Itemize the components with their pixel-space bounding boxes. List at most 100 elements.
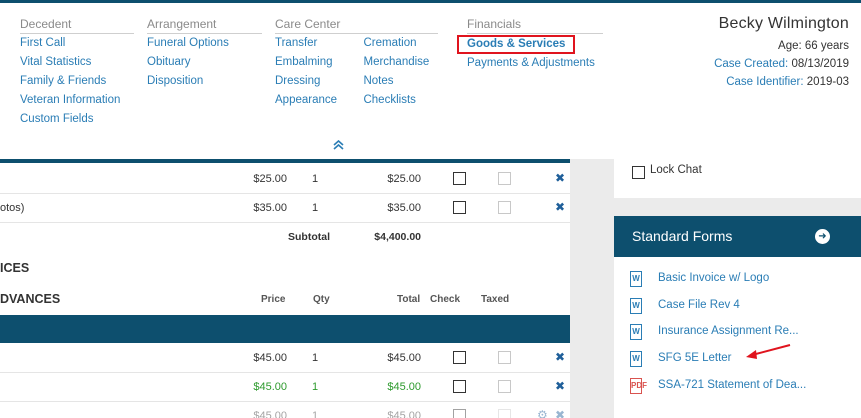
- nav-link-goods-services[interactable]: Goods & Services: [457, 35, 576, 54]
- arrow-right-circle-icon[interactable]: ➜: [815, 229, 830, 244]
- col-header-taxed: Taxed: [481, 294, 510, 305]
- nav-link-disposition[interactable]: Disposition: [147, 72, 262, 91]
- table-row: $45.00 1 $45.00 ✖: [0, 344, 570, 373]
- nav-link-cremation[interactable]: Cremation: [363, 34, 438, 53]
- word-doc-icon: W: [630, 324, 642, 340]
- nav-header-decedent: Decedent: [20, 17, 134, 34]
- decedent-age: Age: 66 years: [778, 40, 849, 52]
- nav-link-payments-adjustments[interactable]: Payments & Adjustments: [467, 54, 603, 73]
- top-navigation: Decedent First Call Vital Statistics Fam…: [0, 0, 861, 159]
- row-total: $25.00: [387, 173, 421, 185]
- subtotal-label: Subtotal: [288, 231, 330, 243]
- case-created: Case Created: 08/13/2019: [714, 55, 849, 73]
- delete-row-icon[interactable]: ✖: [555, 408, 565, 418]
- table-top-bar: [0, 159, 570, 163]
- col-header-price: Price: [261, 294, 286, 305]
- row-taxed-checkbox[interactable]: [498, 172, 511, 185]
- table-row: $45.00 1 $45.00 ⚙ ✖: [0, 402, 570, 418]
- row-description: otos): [0, 202, 25, 214]
- row-check-checkbox[interactable]: [453, 172, 466, 185]
- row-price: $45.00: [253, 352, 287, 364]
- row-price: $25.00: [253, 173, 287, 185]
- row-check-checkbox[interactable]: [453, 351, 466, 364]
- col-header-qty: Qty: [313, 294, 330, 305]
- nav-link-embalming[interactable]: Embalming: [275, 53, 363, 72]
- decedent-name: Becky Wilmington: [718, 15, 849, 32]
- case-created-value: 08/13/2019: [791, 58, 849, 70]
- table-row: $45.00 1 $45.00 ✖: [0, 373, 570, 402]
- form-label: SSA-721 Statement of Dea...: [658, 379, 807, 391]
- nav-header-financials: Financials: [467, 17, 603, 34]
- standard-forms-panel: Standard Forms ➜ W Basic Invoice w/ Logo…: [614, 216, 861, 418]
- word-doc-icon: W: [630, 298, 642, 314]
- row-price: $35.00: [253, 202, 287, 214]
- case-identifier-value: 2019-03: [806, 76, 849, 88]
- section-advances-title: DVANCES: [0, 292, 61, 306]
- row-qty: 1: [312, 381, 319, 393]
- lock-chat-label: Lock Chat: [650, 164, 702, 176]
- nav-link-notes[interactable]: Notes: [363, 72, 438, 91]
- row-check-checkbox[interactable]: [453, 201, 466, 214]
- row-total: $35.00: [387, 202, 421, 214]
- row-price: $45.00: [253, 381, 287, 393]
- row-qty: 1: [312, 352, 319, 364]
- word-doc-icon: W: [630, 351, 642, 367]
- annotation-arrow-icon: [746, 344, 791, 359]
- row-total: $45.00: [387, 352, 421, 364]
- nav-header-arrangement: Arrangement: [147, 17, 262, 34]
- nav-link-dressing[interactable]: Dressing: [275, 72, 363, 91]
- row-taxed-checkbox[interactable]: [498, 201, 511, 214]
- row-total: $45.00: [387, 381, 421, 393]
- row-taxed-checkbox[interactable]: [498, 380, 511, 393]
- nav-link-vital-statistics[interactable]: Vital Statistics: [20, 53, 134, 72]
- row-taxed-checkbox[interactable]: [498, 351, 511, 364]
- case-created-label: Case Created:: [714, 58, 789, 70]
- col-header-total: Total: [397, 294, 421, 305]
- nav-link-first-call[interactable]: First Call: [20, 34, 134, 53]
- lock-chat-checkbox[interactable]: [632, 166, 645, 179]
- form-label: Case File Rev 4: [658, 299, 740, 311]
- table-group-band: [0, 315, 570, 343]
- nav-link-funeral-options[interactable]: Funeral Options: [147, 34, 262, 53]
- nav-link-veteran-information[interactable]: Veteran Information: [20, 91, 134, 110]
- nav-group-arrangement: Arrangement Funeral Options Obituary Dis…: [147, 17, 262, 91]
- delete-row-icon[interactable]: ✖: [555, 379, 565, 393]
- nav-link-transfer[interactable]: Transfer: [275, 34, 363, 53]
- table-row: $25.00 1 $25.00 ✖: [0, 165, 570, 194]
- form-label: Basic Invoice w/ Logo: [658, 272, 770, 284]
- subtotal-row: Subtotal $4,400.00: [0, 223, 570, 252]
- delete-row-icon[interactable]: ✖: [555, 200, 565, 214]
- case-identifier: Case Identifier: 2019-03: [714, 73, 849, 91]
- gear-icon[interactable]: ⚙: [537, 408, 548, 418]
- col-header-check: Check: [430, 294, 461, 305]
- form-label: Insurance Assignment Re...: [658, 325, 799, 337]
- row-qty: 1: [312, 202, 319, 214]
- row-qty: 1: [312, 410, 319, 418]
- row-check-checkbox[interactable]: [453, 380, 466, 393]
- nav-group-decedent: Decedent First Call Vital Statistics Fam…: [20, 17, 134, 129]
- delete-row-icon[interactable]: ✖: [555, 350, 565, 364]
- nav-link-checklists[interactable]: Checklists: [363, 91, 438, 110]
- row-qty: 1: [312, 173, 319, 185]
- nav-link-family-friends[interactable]: Family & Friends: [20, 72, 134, 91]
- subtotal-value: $4,400.00: [374, 231, 421, 243]
- nav-link-custom-fields[interactable]: Custom Fields: [20, 110, 134, 129]
- word-doc-icon: W: [630, 271, 642, 287]
- double-chevron-up-icon[interactable]: [333, 139, 344, 153]
- nav-link-merchandise[interactable]: Merchandise: [363, 53, 438, 72]
- row-total: $45.00: [387, 410, 421, 418]
- form-label: SFG 5E Letter: [658, 352, 732, 364]
- table-row: otos) $35.00 1 $35.00 ✖: [0, 194, 570, 223]
- nav-link-obituary[interactable]: Obituary: [147, 53, 262, 72]
- pdf-doc-icon: PDF: [630, 378, 647, 394]
- row-check-checkbox[interactable]: [453, 409, 466, 418]
- standard-forms-header: Standard Forms ➜: [614, 216, 861, 257]
- case-info: Becky Wilmington Age: 66 years Case Crea…: [714, 15, 849, 91]
- goods-services-table: $25.00 1 $25.00 ✖ otos) $35.00 1 $35.00 …: [0, 159, 570, 418]
- nav-group-care-center: Care Center Transfer Embalming Dressing …: [275, 17, 438, 110]
- case-identifier-label: Case Identifier:: [726, 76, 804, 88]
- standard-forms-title: Standard Forms: [632, 228, 733, 244]
- row-taxed-checkbox[interactable]: [498, 409, 511, 418]
- nav-link-appearance[interactable]: Appearance: [275, 91, 363, 110]
- delete-row-icon[interactable]: ✖: [555, 171, 565, 185]
